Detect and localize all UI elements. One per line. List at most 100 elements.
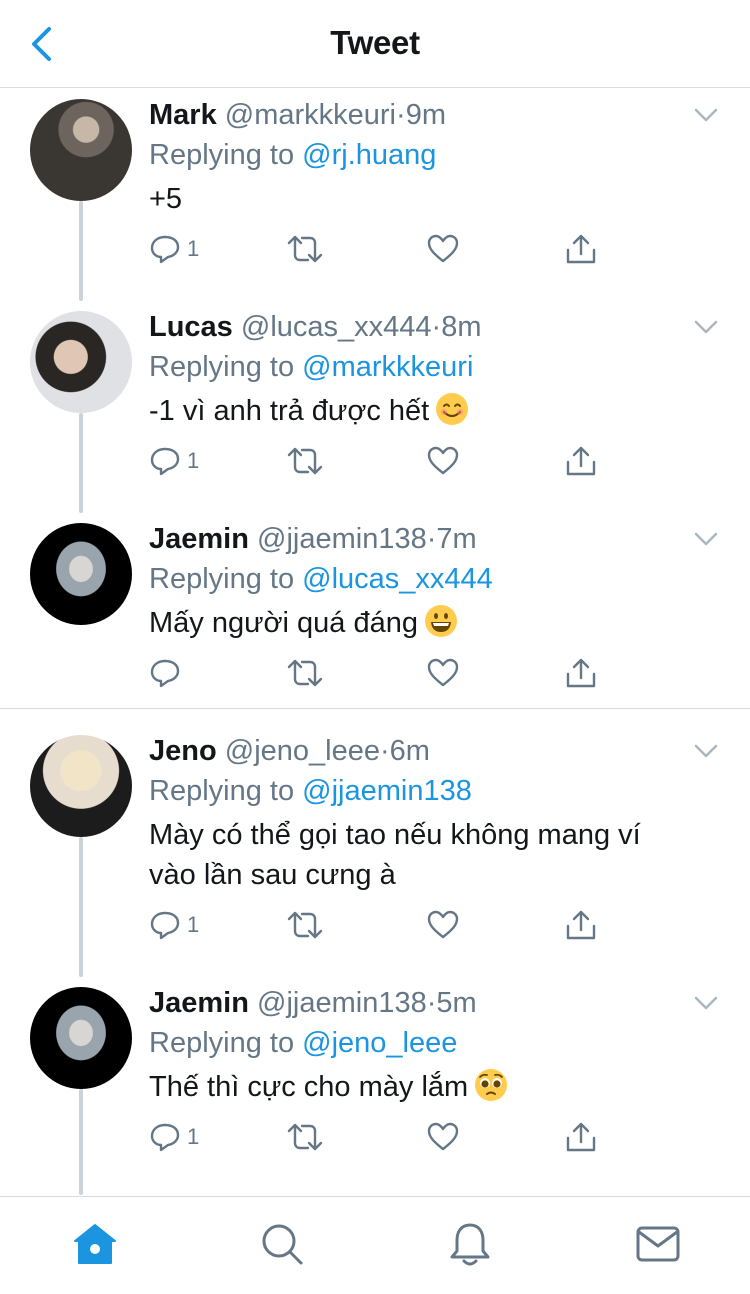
avatar[interactable] xyxy=(30,311,132,413)
username[interactable]: @jeno_leee xyxy=(225,735,380,767)
chevron-down-icon[interactable] xyxy=(692,525,720,553)
reply-icon xyxy=(150,911,180,940)
top-bar: Tweet xyxy=(0,0,750,88)
avatar[interactable] xyxy=(30,735,132,837)
share-button[interactable] xyxy=(564,905,598,945)
share-button[interactable] xyxy=(564,653,598,693)
tweet-text: Thế thì cực cho mày lắm xyxy=(149,1067,730,1107)
separator-dot: · xyxy=(379,735,390,767)
replying-to: Replying to @jjaemin138 xyxy=(149,773,730,809)
thread-line xyxy=(79,201,83,301)
tweet-actions xyxy=(149,653,609,693)
replying-to: Replying to @rj.huang xyxy=(149,137,730,173)
display-name[interactable]: Lucas xyxy=(149,311,233,343)
mention-link[interactable]: @markkkeuri xyxy=(302,351,473,383)
timestamp: 8m xyxy=(441,311,482,343)
heart-icon xyxy=(427,1122,459,1151)
retweet-button[interactable] xyxy=(286,653,324,693)
heart-icon xyxy=(427,446,459,475)
tweet-item[interactable]: Jeno @jeno_leee·6m Replying to @jjaemin1… xyxy=(0,725,750,977)
username[interactable]: @jjaemin138 xyxy=(257,987,427,1019)
tweet-actions: 1 xyxy=(149,905,609,945)
tab-messages[interactable] xyxy=(633,1219,683,1269)
retweet-icon xyxy=(287,447,323,475)
tweet-text: -1 vì anh trả được hết xyxy=(149,391,730,431)
tweet-meta: Jeno @jeno_leee·6m xyxy=(149,733,730,769)
chevron-down-icon[interactable] xyxy=(692,101,720,129)
thread-divider xyxy=(0,708,750,709)
mention-link[interactable]: @jjaemin138 xyxy=(302,775,472,807)
chevron-down-icon[interactable] xyxy=(692,737,720,765)
tweet-text-content: Thế thì cực cho mày lắm xyxy=(149,1071,469,1103)
thread-line xyxy=(79,413,83,513)
mention-link[interactable]: @rj.huang xyxy=(302,139,436,171)
display-name[interactable]: Jaemin xyxy=(149,987,249,1019)
heart-icon xyxy=(427,658,459,687)
timestamp: 7m xyxy=(436,523,477,555)
username[interactable]: @markkkeuri xyxy=(225,99,396,131)
tweet-body: Mark @markkkeuri·9m Replying to @rj.huan… xyxy=(149,97,730,219)
like-button[interactable] xyxy=(426,905,460,945)
tweet-item[interactable]: Mark @markkkeuri·9m Replying to @rj.huan… xyxy=(0,89,750,301)
like-button[interactable] xyxy=(426,441,460,481)
tweet-item[interactable]: Lucas @lucas_xx444·8m Replying to @markk… xyxy=(0,301,750,513)
reply-count: 1 xyxy=(187,912,200,937)
reply-count: 1 xyxy=(187,448,200,473)
reply-icon xyxy=(150,447,180,476)
chevron-down-icon[interactable] xyxy=(692,313,720,341)
grinning-face-emoji xyxy=(425,605,457,637)
messages-icon xyxy=(636,1226,680,1262)
tweet-item[interactable]: Jaemin @jjaemin138·7m Replying to @lucas… xyxy=(0,513,750,708)
smiling-face-emoji xyxy=(436,393,469,425)
reply-count: 1 xyxy=(187,1124,200,1149)
tweet-meta: Mark @markkkeuri·9m xyxy=(149,97,730,133)
tweet-actions: 1 xyxy=(149,229,609,269)
separator-dot: · xyxy=(426,523,437,555)
heart-icon xyxy=(427,234,459,263)
replying-label: Replying to xyxy=(149,775,295,807)
retweet-button[interactable] xyxy=(286,441,324,481)
reply-button[interactable]: 1 xyxy=(149,905,199,945)
reply-button[interactable]: 1 xyxy=(149,441,199,481)
separator-dot: · xyxy=(396,99,406,131)
tweet-text: Mày có thể gọi tao nếu không mang ví vào… xyxy=(149,815,689,895)
page-title: Tweet xyxy=(330,24,420,61)
like-button[interactable] xyxy=(426,1117,460,1157)
mention-link[interactable]: @lucas_xx444 xyxy=(302,563,493,595)
avatar[interactable] xyxy=(30,99,132,201)
username[interactable]: @lucas_xx444 xyxy=(241,311,432,343)
retweet-button[interactable] xyxy=(286,1117,324,1157)
share-button[interactable] xyxy=(564,229,598,269)
like-button[interactable] xyxy=(426,229,460,269)
chevron-down-icon[interactable] xyxy=(692,989,720,1017)
pleading-face-emoji xyxy=(475,1069,508,1101)
username[interactable]: @jjaemin138 xyxy=(257,523,427,555)
tab-search[interactable] xyxy=(257,1219,307,1269)
retweet-button[interactable] xyxy=(286,229,324,269)
replying-to: Replying to @lucas_xx444 xyxy=(149,561,730,597)
reply-button[interactable]: 1 xyxy=(149,1117,199,1157)
reply-button[interactable]: 1 xyxy=(149,229,199,269)
display-name[interactable]: Mark xyxy=(149,99,217,131)
tweet-item[interactable]: Jaemin @jjaemin138·5m Replying to @jeno_… xyxy=(0,977,750,1195)
share-icon xyxy=(566,234,596,264)
replying-label: Replying to xyxy=(149,139,295,171)
tab-home[interactable] xyxy=(70,1219,120,1269)
display-name[interactable]: Jaemin xyxy=(149,523,249,555)
tab-notifications[interactable] xyxy=(445,1219,495,1269)
avatar[interactable] xyxy=(30,523,132,625)
retweet-button[interactable] xyxy=(286,905,324,945)
tweet-actions: 1 xyxy=(149,441,609,481)
replying-to: Replying to @jeno_leee xyxy=(149,1025,730,1061)
heart-icon xyxy=(427,910,459,939)
share-icon xyxy=(566,658,596,688)
avatar[interactable] xyxy=(30,987,132,1089)
share-button[interactable] xyxy=(564,441,598,481)
mention-link[interactable]: @jeno_leee xyxy=(302,1027,457,1059)
timestamp: 9m xyxy=(405,99,446,131)
reply-button[interactable] xyxy=(149,653,187,693)
like-button[interactable] xyxy=(426,653,460,693)
share-button[interactable] xyxy=(564,1117,598,1157)
display-name[interactable]: Jeno xyxy=(149,735,217,767)
search-icon xyxy=(262,1224,303,1265)
